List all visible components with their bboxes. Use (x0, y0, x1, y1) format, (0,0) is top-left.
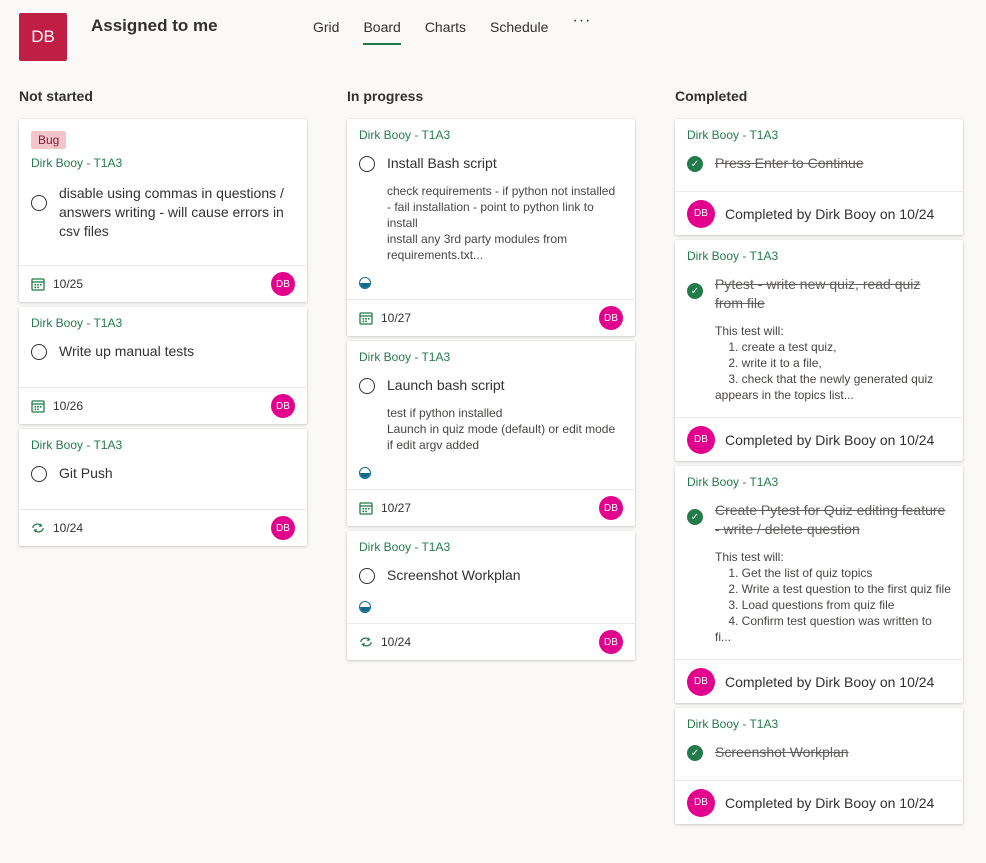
due-date: 10/27 (381, 311, 412, 325)
bucket-name: Dirk Booy - T1A3 (359, 128, 451, 142)
tab-schedule[interactable]: Schedule (490, 18, 548, 45)
avatar[interactable]: DB (271, 516, 295, 540)
card-footer: 10/27 DB (347, 299, 635, 336)
bucket-name: Dirk Booy - T1A3 (687, 475, 779, 489)
completed-check-icon[interactable]: ✓ (687, 509, 703, 525)
tab-grid[interactable]: Grid (313, 18, 339, 45)
complete-checkbox[interactable] (31, 466, 47, 482)
task-card[interactable]: Dirk Booy - T1A3 Install Bash script che… (347, 119, 635, 336)
repeat-icon (31, 521, 45, 535)
plan-avatar[interactable]: DB (19, 13, 67, 61)
due-date: 10/26 (53, 399, 84, 413)
task-card[interactable]: Dirk Booy - T1A3 Write up manual tests 1… (19, 307, 307, 424)
completed-by: Completed by Dirk Booy on 10/24 (725, 431, 935, 448)
task-notes: check requirements - if python not insta… (387, 184, 616, 262)
task-notes: test if python installed Launch in quiz … (387, 406, 616, 452)
calendar-icon (31, 399, 45, 413)
card-footer: DB Completed by Dirk Booy on 10/24 (675, 191, 963, 235)
column-title: Not started (19, 88, 93, 104)
card-footer: 10/24 DB (347, 623, 635, 660)
card-footer: DB Completed by Dirk Booy on 10/24 (675, 780, 963, 824)
task-title: Screenshot Workplan (387, 567, 521, 583)
task-title: Screenshot Workplan (715, 744, 849, 760)
avatar[interactable]: DB (599, 306, 623, 330)
complete-checkbox[interactable] (359, 156, 375, 172)
task-title: Git Push (59, 465, 113, 481)
bucket-name: Dirk Booy - T1A3 (31, 156, 123, 170)
avatar[interactable]: DB (599, 496, 623, 520)
bucket-name: Dirk Booy - T1A3 (31, 438, 123, 452)
bucket-name: Dirk Booy - T1A3 (687, 717, 779, 731)
tab-board[interactable]: Board (363, 18, 402, 45)
avatar[interactable]: DB (687, 425, 715, 454)
completed-by: Completed by Dirk Booy on 10/24 (725, 205, 935, 222)
calendar-icon (359, 311, 373, 325)
in-progress-icon (359, 277, 371, 289)
card-footer: DB Completed by Dirk Booy on 10/24 (675, 659, 963, 703)
tab-charts[interactable]: Charts (425, 18, 466, 45)
card-footer: 10/27 DB (347, 489, 635, 526)
column-completed: Completed Dirk Booy - T1A3 ✓ Press Enter… (675, 88, 963, 829)
avatar[interactable]: DB (687, 667, 715, 696)
bucket-name: Dirk Booy - T1A3 (359, 350, 451, 364)
card-footer: 10/25 DB (19, 265, 307, 302)
page-title: Assigned to me (91, 16, 218, 35)
task-card[interactable]: Dirk Booy - T1A3 ✓ Press Enter to Contin… (675, 119, 963, 235)
label-bug: Bug (31, 131, 67, 149)
complete-checkbox[interactable] (359, 568, 375, 584)
due-date: 10/24 (53, 521, 84, 535)
due-date: 10/24 (381, 635, 412, 649)
complete-checkbox[interactable] (31, 195, 47, 211)
task-card[interactable]: Dirk Booy - T1A3 ✓ Screenshot Workplan D… (675, 708, 963, 824)
column-in-progress: In progress Dirk Booy - T1A3 Install Bas… (347, 88, 635, 665)
column-title: In progress (347, 88, 424, 104)
avatar[interactable]: DB (687, 199, 715, 228)
avatar[interactable]: DB (599, 630, 623, 654)
view-tabs: Grid Board Charts Schedule ··· (313, 12, 591, 45)
completed-check-icon[interactable]: ✓ (687, 156, 703, 172)
calendar-icon (31, 277, 45, 291)
bucket-name: Dirk Booy - T1A3 (31, 316, 123, 330)
bucket-name: Dirk Booy - T1A3 (687, 128, 779, 142)
task-title: Install Bash script (387, 155, 497, 171)
complete-checkbox[interactable] (31, 344, 47, 360)
task-title: Write up manual tests (59, 343, 195, 359)
completed-check-icon[interactable]: ✓ (687, 283, 703, 299)
avatar[interactable]: DB (687, 788, 715, 817)
in-progress-icon (359, 467, 371, 479)
completed-by: Completed by Dirk Booy on 10/24 (725, 673, 935, 690)
task-card[interactable]: Dirk Booy - T1A3 ✓ Create Pytest for Qui… (675, 466, 963, 703)
due-date: 10/27 (381, 501, 412, 515)
task-title: Pytest - write new quiz, read quiz from … (715, 276, 921, 311)
task-card[interactable]: Bug Dirk Booy - T1A3 disable using comma… (19, 119, 307, 302)
more-options-icon[interactable]: ··· (572, 12, 591, 45)
task-title: disable using commas in questions / answ… (59, 185, 284, 239)
task-notes: This test will: 1. Get the list of quiz … (715, 550, 951, 644)
column-not-started: Not started Bug Dirk Booy - T1A3 disable… (19, 88, 307, 551)
completed-check-icon[interactable]: ✓ (687, 745, 703, 761)
card-footer: 10/24 DB (19, 509, 307, 546)
avatar[interactable]: DB (271, 394, 295, 418)
calendar-icon (359, 501, 373, 515)
task-title: Launch bash script (387, 377, 505, 393)
header: DB Assigned to me Grid Board Charts Sche… (0, 0, 986, 70)
in-progress-icon (359, 601, 371, 613)
task-card[interactable]: Dirk Booy - T1A3 Git Push 10/24 DB (19, 429, 307, 546)
task-card[interactable]: Dirk Booy - T1A3 ✓ Pytest - write new qu… (675, 240, 963, 461)
task-card[interactable]: Dirk Booy - T1A3 Screenshot Workplan 10/… (347, 531, 635, 660)
avatar[interactable]: DB (271, 272, 295, 296)
bucket-name: Dirk Booy - T1A3 (687, 249, 779, 263)
card-footer: 10/26 DB (19, 387, 307, 424)
bucket-name: Dirk Booy - T1A3 (359, 540, 451, 554)
task-notes: This test will: 1. create a test quiz, 2… (715, 324, 934, 402)
column-title: Completed (675, 88, 748, 104)
completed-by: Completed by Dirk Booy on 10/24 (725, 794, 935, 811)
task-title: Press Enter to Continue (715, 155, 864, 171)
repeat-icon (359, 635, 373, 649)
due-date: 10/25 (53, 277, 84, 291)
card-footer: DB Completed by Dirk Booy on 10/24 (675, 417, 963, 461)
task-title: Create Pytest for Quiz editing feature -… (715, 502, 946, 537)
complete-checkbox[interactable] (359, 378, 375, 394)
task-card[interactable]: Dirk Booy - T1A3 Launch bash script test… (347, 341, 635, 526)
